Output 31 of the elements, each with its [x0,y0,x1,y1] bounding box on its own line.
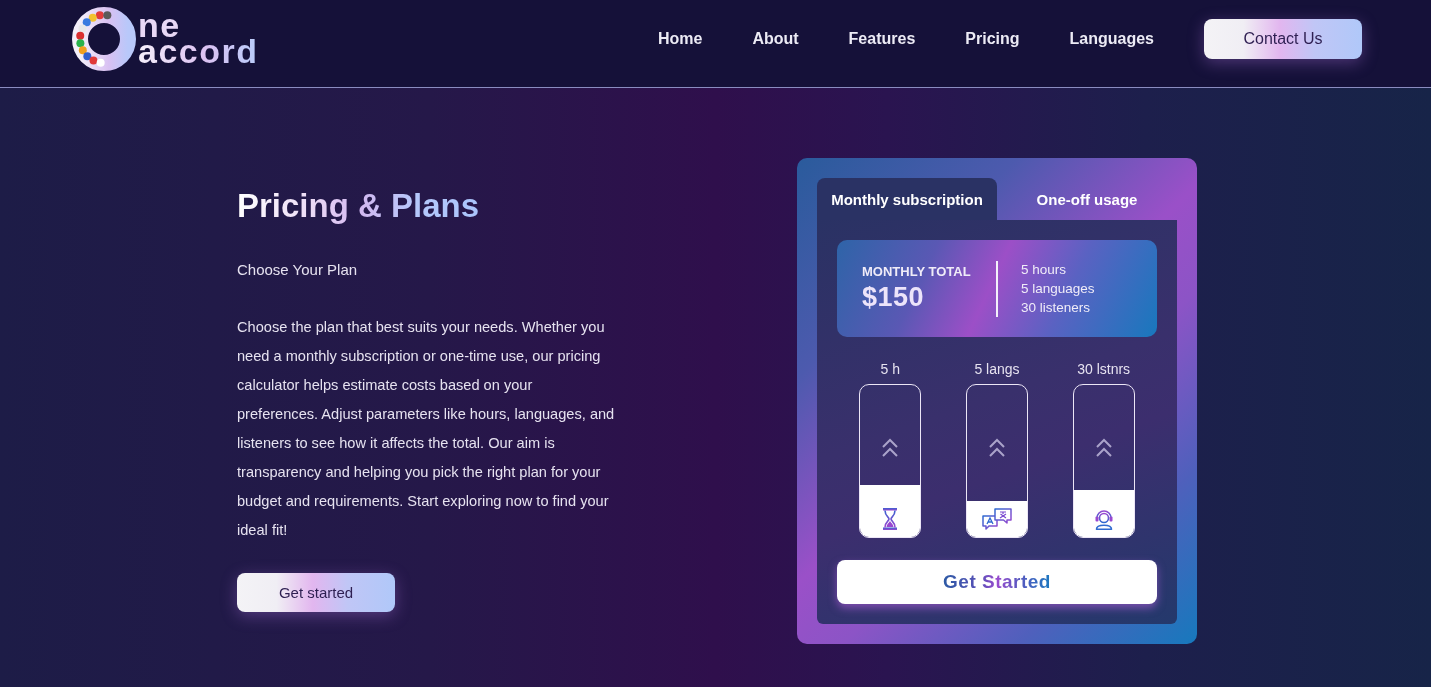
slider-track[interactable] [1072,384,1135,538]
get-started-button[interactable]: Get Started [837,560,1157,604]
logo-ring-icon [72,5,136,72]
plan-tab[interactable]: Monthly subscription [817,178,997,220]
headset-person-icon [1093,508,1114,530]
slider-track[interactable] [859,384,922,538]
speech-bubbles-icon [982,508,1012,530]
description-text: Choose the plan that best suits your needs. Whether you need a monthly subscription or one-time use, our pricing calculator helps estimate costs based on your preferences. Adjust parameters like hours, languages, and listeners to see how it affects the total. Our aim is transparency and helping you pick the right plan for your budget and requirements. Start exploring now to find your ideal fit! [237,318,615,540]
chevron-up-icon [988,438,1006,458]
slider-label: 5 langs [974,360,1020,378]
slider-label: 30 lstnrs [1077,360,1131,378]
nav-link[interactable]: About [752,29,799,48]
slider-track[interactable] [966,384,1028,538]
get-started-button[interactable]: Get started [237,573,395,612]
contact-button[interactable]: Contact Us [1204,18,1362,59]
section-subtitle: Choose Your Plan [237,260,359,280]
total-amount: $150 [862,280,925,314]
total-label: MONTHLY TOTAL [862,263,971,280]
detail-text: 5 languages [1021,280,1095,298]
chevron-up-icon [1094,438,1113,458]
hourglass-icon [883,508,898,530]
detail-text: 30 listeners [1021,299,1092,317]
detail-text: 5 hours [1021,261,1068,279]
plan-tab[interactable]: One-off usage [997,178,1177,220]
nav-link[interactable]: Features [848,29,916,48]
chevron-up-icon [881,438,900,458]
nav-link[interactable]: Home [657,29,703,48]
nav-link[interactable]: Languages [1069,29,1154,48]
logo-text: ne [138,12,181,39]
nav-link[interactable]: Pricing [965,29,1020,48]
slider-label: 5 h [880,360,901,378]
